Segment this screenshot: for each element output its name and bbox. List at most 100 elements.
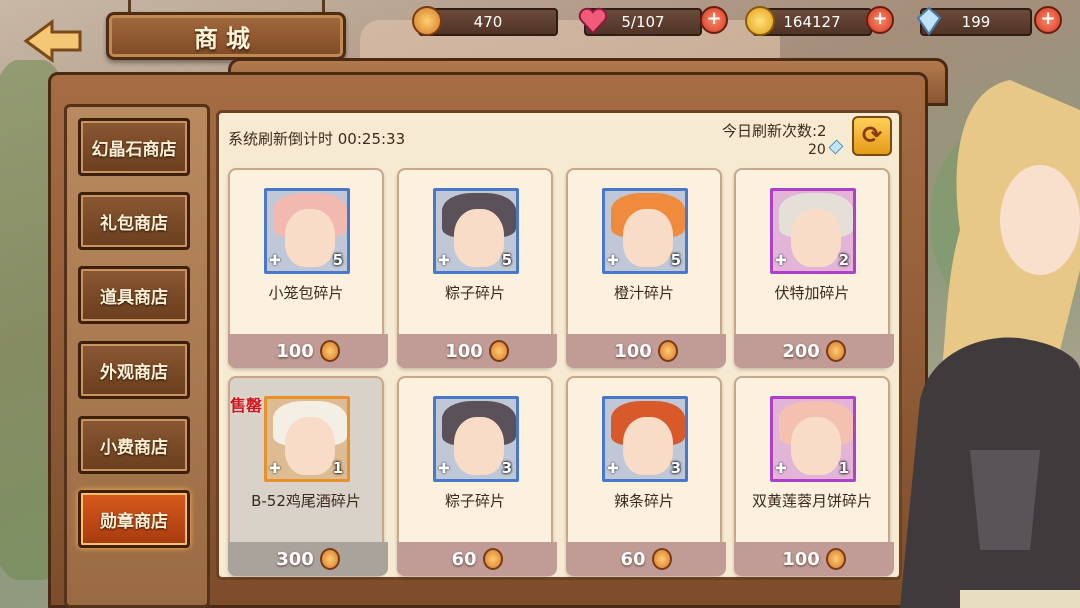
refresh-cost: 20	[808, 139, 844, 158]
puzzle-shard-icon: ✚	[438, 461, 450, 477]
shard-count: 2	[838, 251, 849, 269]
medal-currency-icon	[825, 548, 846, 570]
shop-item-card[interactable]: ✚ 3 粽子碎片 60	[397, 376, 557, 576]
shard-count: 3	[501, 459, 512, 477]
shop-item-card[interactable]: ✚ 5 橙汁碎片 100	[566, 168, 726, 368]
shard-count: 5	[332, 251, 343, 269]
character-portrait: ✚ 5	[264, 188, 350, 274]
shop-item-card[interactable]: ✚ 1 双黄莲蓉月饼碎片 100	[734, 376, 894, 576]
puzzle-shard-icon: ✚	[269, 253, 281, 269]
sold-out-tag: 售罄	[230, 396, 263, 415]
item-name: B-52鸡尾酒碎片	[251, 492, 361, 510]
character-portrait: ✚ 1	[264, 396, 350, 482]
add-gold-button[interactable]: +	[866, 6, 894, 34]
puzzle-shard-icon: ✚	[607, 253, 619, 269]
portrait-face	[791, 209, 841, 267]
price-value: 60	[620, 548, 646, 570]
gold-coin-icon	[745, 6, 775, 36]
puzzle-shard-icon: ✚	[269, 461, 281, 477]
price-button[interactable]: 60	[566, 542, 726, 576]
tab-crystal-shop[interactable]: 幻晶石商店	[78, 118, 190, 176]
item-name: 双黄莲蓉月饼碎片	[751, 492, 872, 510]
page-title: 商城	[194, 23, 258, 53]
add-gem-button[interactable]: +	[1034, 6, 1062, 34]
resource-medal-value: 470	[473, 13, 503, 31]
resource-stamina-value: 5/107	[621, 13, 665, 31]
back-button[interactable]	[22, 18, 86, 64]
item-name: 粽子碎片	[444, 284, 505, 302]
shard-count: 1	[332, 459, 343, 477]
tab-tip-shop[interactable]: 小费商店	[78, 416, 190, 474]
puzzle-shard-icon: ✚	[775, 253, 787, 269]
price-button: 300	[228, 542, 388, 576]
shop-item-card[interactable]: ✚ 5 小笼包碎片 100	[228, 168, 388, 368]
item-name: 伏特加碎片	[774, 284, 850, 302]
portrait-face	[623, 209, 673, 267]
price-value: 300	[276, 548, 314, 570]
tab-item-shop[interactable]: 道具商店	[78, 266, 190, 324]
medal-currency-icon	[319, 548, 340, 570]
resource-gem-value: 199	[961, 13, 991, 31]
character-portrait: ✚ 2	[770, 188, 856, 274]
shop-item-card[interactable]: ✚ 2 伏特加碎片 200	[734, 168, 894, 368]
tab-gift-pack-shop[interactable]: 礼包商店	[78, 192, 190, 250]
puzzle-shard-icon: ✚	[438, 253, 450, 269]
medal-currency-icon	[319, 340, 340, 362]
price-value: 200	[782, 340, 820, 362]
crystal-gem-icon	[914, 6, 944, 36]
character-portrait: ✚ 5	[433, 188, 519, 274]
price-button[interactable]: 100	[566, 334, 726, 368]
price-value: 100	[276, 340, 314, 362]
portrait-face	[285, 209, 335, 267]
page-title-plate: 商城	[106, 12, 346, 60]
shard-count: 5	[670, 251, 681, 269]
add-stamina-button[interactable]: +	[700, 6, 728, 34]
character-portrait: ✚ 3	[433, 396, 519, 482]
tab-medal-shop[interactable]: 勋章商店	[78, 490, 190, 548]
medal-currency-icon	[825, 340, 846, 362]
price-value: 100	[782, 548, 820, 570]
item-name: 辣条碎片	[613, 492, 674, 510]
price-button[interactable]: 100	[734, 542, 894, 576]
price-button[interactable]: 200	[734, 334, 894, 368]
price-value: 100	[445, 340, 483, 362]
price-button[interactable]: 100	[228, 334, 388, 368]
price-button[interactable]: 100	[397, 334, 557, 368]
medal-currency-icon	[488, 340, 509, 362]
portrait-face	[285, 417, 335, 475]
shard-count: 5	[501, 251, 512, 269]
portrait-face	[454, 417, 504, 475]
refresh-countdown: 系统刷新倒计时 00:25:33	[228, 130, 406, 148]
item-name: 粽子碎片	[444, 492, 505, 510]
resource-gold-value: 164127	[783, 13, 841, 31]
price-value: 100	[614, 340, 652, 362]
medal-currency-icon	[657, 340, 678, 362]
character-portrait: ✚ 1	[770, 396, 856, 482]
price-value: 60	[451, 548, 477, 570]
medal-currency-icon	[412, 6, 442, 36]
refresh-cost-value: 20	[808, 142, 826, 158]
shard-count: 1	[838, 459, 849, 477]
item-name: 小笼包碎片	[268, 284, 344, 302]
portrait-face	[623, 417, 673, 475]
character-portrait: ✚ 3	[602, 396, 688, 482]
portrait-face	[791, 417, 841, 475]
portrait-face	[454, 209, 504, 267]
puzzle-shard-icon: ✚	[775, 461, 787, 477]
tab-appearance-shop[interactable]: 外观商店	[78, 341, 190, 399]
shop-item-card[interactable]: ✚ 1 售罄 B-52鸡尾酒碎片 300	[228, 376, 388, 576]
shard-count: 3	[670, 459, 681, 477]
price-button[interactable]: 60	[397, 542, 557, 576]
item-name: 橙汁碎片	[613, 284, 674, 302]
refresh-button[interactable]: ⟳	[852, 116, 892, 156]
medal-currency-icon	[651, 548, 672, 570]
medal-currency-icon	[482, 548, 503, 570]
heart-stamina-icon	[578, 6, 608, 36]
refresh-count: 今日刷新次数:2	[722, 122, 827, 140]
puzzle-shard-icon: ✚	[607, 461, 619, 477]
shopkeeper-character	[890, 70, 1080, 608]
character-portrait: ✚ 5	[602, 188, 688, 274]
shop-item-card[interactable]: ✚ 3 辣条碎片 60	[566, 376, 726, 576]
shop-item-card[interactable]: ✚ 5 粽子碎片 100	[397, 168, 557, 368]
refresh-icon: ⟳	[861, 121, 883, 149]
